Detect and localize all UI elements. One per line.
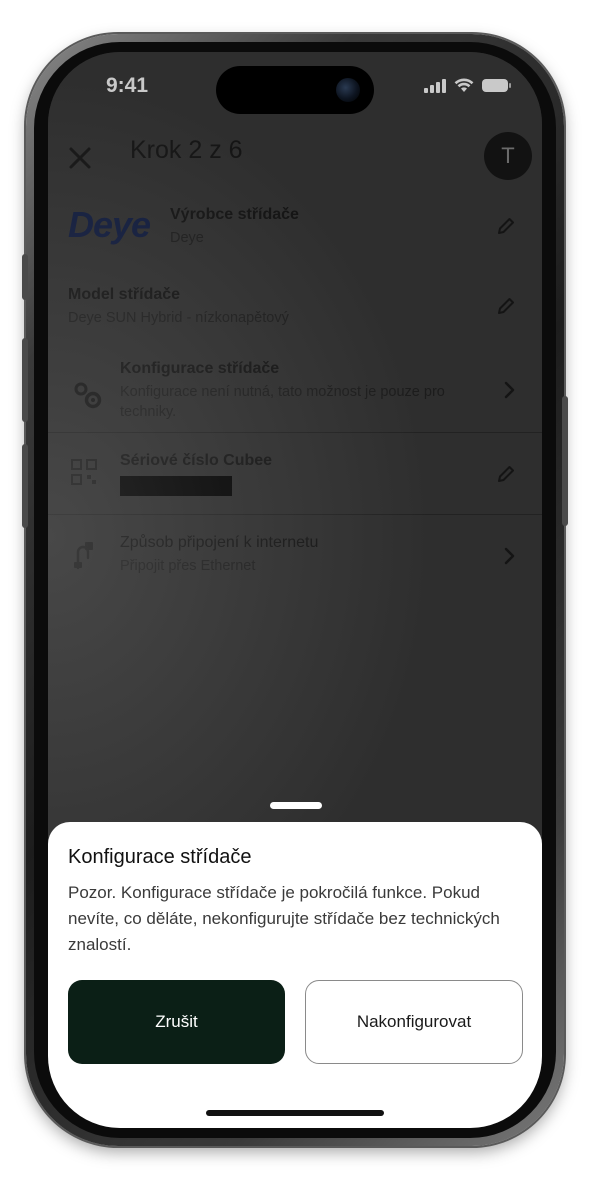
volume-down-button (22, 444, 28, 528)
divider (48, 432, 542, 433)
volume-up-button (22, 338, 28, 422)
edit-serial-icon[interactable] (496, 464, 516, 484)
deye-logo: Deye (68, 204, 151, 245)
edit-manufacturer-icon[interactable] (496, 216, 516, 236)
status-icons (424, 78, 511, 93)
close-icon[interactable] (66, 144, 94, 172)
status-bar: 9:41 (48, 52, 542, 132)
serial-redacted-value (120, 476, 232, 496)
sheet-drag-handle[interactable] (270, 802, 322, 809)
row-manufacturer[interactable]: Deye Výrobce střídače Deye (48, 200, 542, 260)
status-time: 9:41 (106, 74, 149, 97)
divider (48, 514, 542, 515)
chevron-right-icon[interactable] (502, 546, 516, 566)
step-title: Krok 2 z 6 (130, 136, 243, 164)
chevron-right-icon[interactable] (502, 380, 516, 400)
avatar[interactable]: T (484, 132, 532, 180)
configuration-title: Konfigurace střídače (120, 360, 280, 377)
cancel-button[interactable]: Zrušit (68, 980, 285, 1064)
row-serial-number[interactable]: Sériové číslo Cubee (48, 452, 542, 512)
configuration-value: Konfigurace není nutná, tato možnost je … (120, 384, 445, 420)
home-indicator[interactable] (206, 1110, 384, 1116)
edit-model-icon[interactable] (496, 296, 516, 316)
dynamic-island (216, 66, 374, 114)
configure-button[interactable]: Nakonfigurovat (305, 980, 523, 1064)
row-model[interactable]: Model střídače Deye SUN Hybrid - nízkona… (48, 286, 542, 342)
power-button (562, 396, 568, 526)
ethernet-cable-icon (74, 542, 93, 570)
settings-gears-icon (74, 382, 102, 409)
wifi-icon (454, 78, 474, 92)
connection-title: Způsob připojení k internetu (120, 534, 319, 551)
phone-screen: 9:41 Krok 2 z 6 T Deye Výrobce střídače … (48, 52, 542, 1128)
battery-icon (482, 79, 511, 92)
manufacturer-title: Výrobce střídače (170, 206, 299, 223)
row-configuration[interactable]: Konfigurace střídače Konfigurace není nu… (48, 360, 542, 440)
serial-title: Sériové číslo Cubee (120, 452, 273, 469)
action-button (22, 254, 28, 300)
camera-icon (336, 78, 360, 102)
manufacturer-value: Deye (170, 230, 204, 246)
sheet-warning-text: Pozor. Konfigurace střídače je pokročilá… (68, 883, 500, 954)
qr-scan-icon (71, 459, 97, 485)
cellular-signal-icon (424, 78, 446, 93)
row-internet-connection[interactable]: Způsob připojení k internetu Připojit př… (48, 534, 542, 594)
bottom-sheet: Konfigurace střídače Pozor. Konfigurace … (48, 822, 542, 1128)
model-value: Deye SUN Hybrid - nízkonapětový (68, 310, 289, 326)
top-bar: Krok 2 z 6 T (48, 132, 542, 192)
sheet-title: Konfigurace střídače (68, 846, 252, 868)
model-title: Model střídače (68, 286, 181, 303)
connection-value: Připojit přes Ethernet (120, 558, 256, 574)
